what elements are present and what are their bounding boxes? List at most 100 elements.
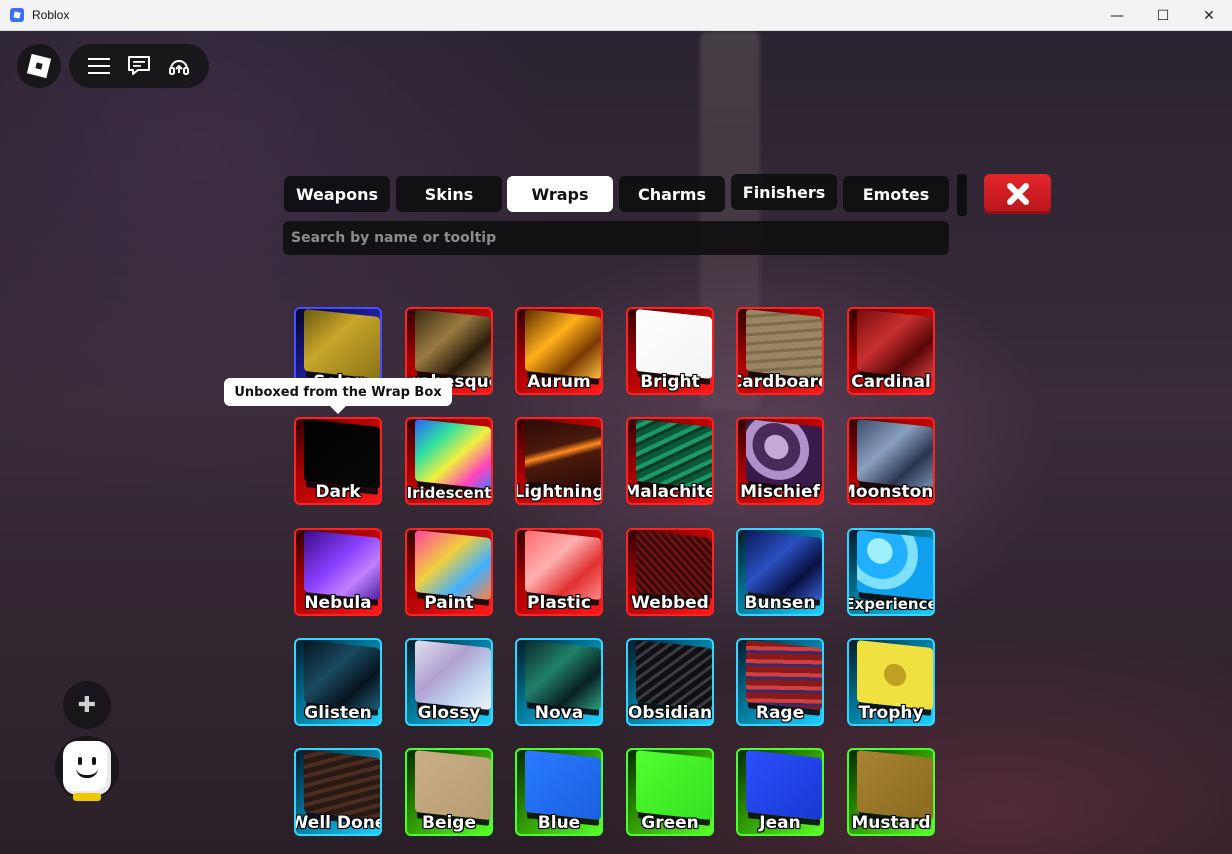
wrap-item-label: Nebula [304,593,372,613]
wrap-item-green[interactable]: Green [626,748,714,836]
wrap-swatch [304,640,380,710]
wrap-swatch [415,419,491,489]
wrap-swatch [857,640,933,710]
emote-button[interactable]: ✚ [63,681,111,729]
wrap-item-beige[interactable]: Beige [405,748,493,836]
wrap-swatch [415,530,491,600]
wrap-item-lightning[interactable]: Lightning [515,417,603,505]
wrap-swatch [636,309,712,379]
wrap-item-bright[interactable]: Bright [626,307,714,395]
tab-weapons[interactable]: Weapons [284,176,390,212]
wrap-item-webbed[interactable]: Webbed [626,528,714,616]
wrap-item-blue[interactable]: Blue [515,748,603,836]
tab-wraps[interactable]: Wraps [507,176,613,212]
wrap-item-aurum[interactable]: Aurum [515,307,603,395]
item-tooltip: Unboxed from the Wrap Box [224,378,452,414]
wrap-item-paint[interactable]: Paint [405,528,493,616]
wrap-item-label: Cardboard [738,372,822,392]
wrap-swatch [415,750,491,820]
wrap-swatch [304,419,380,489]
wrap-swatch [304,530,380,600]
wrap-item-label: Blue [537,813,581,833]
wrap-item-label: Nova [534,703,584,723]
headset-icon[interactable] [166,53,192,79]
wrap-item-label: Bunsen [744,593,816,613]
wrap-item-plastic[interactable]: Plastic [515,528,603,616]
plus-icon: ✚ [77,692,97,718]
wrap-item-label: Jean [759,813,801,833]
wrap-swatch [746,530,822,600]
minimize-button[interactable]: — [1094,0,1140,31]
window-titlebar: Roblox — ☐ ✕ [0,0,1232,31]
wrap-swatch [525,530,601,600]
wrap-item-label: Beige [421,813,476,833]
wrap-item-label: Dark [315,482,361,502]
wrap-swatch [525,309,601,379]
wrap-swatch [415,640,491,710]
wrap-item-label: Mustard [851,813,931,833]
wrap-swatch [746,419,822,489]
wrap-swatch [857,419,933,489]
window-controls: — ☐ ✕ [1094,0,1232,31]
roblox-menu-button[interactable] [17,44,61,88]
wrap-item-nova[interactable]: Nova [515,638,603,726]
hamburger-menu-icon[interactable] [86,53,112,79]
wrap-swatch [857,750,933,820]
wrap-item-label: Lightning [515,482,603,502]
wrap-swatch [746,750,822,820]
tab-emotes[interactable]: Emotes [843,176,949,212]
game-viewport: Weapons Skins Wraps Charms Finishers Emo… [0,31,1232,854]
roblox-logo-icon [26,53,52,79]
wrap-item-mischief[interactable]: Mischief [736,417,824,505]
avatar-button[interactable] [55,736,119,801]
tab-skins[interactable]: Skins [396,176,502,212]
wrap-item-cardboard[interactable]: Cardboard [736,307,824,395]
wrap-item-iridescent[interactable]: Iridescent [405,417,493,505]
search-input[interactable] [283,221,949,255]
roblox-topbar [69,44,209,88]
wrap-item-rage[interactable]: Rage [736,638,824,726]
close-inventory-button[interactable] [984,174,1051,214]
window-title: Roblox [32,8,70,22]
wrap-item-label: Rage [755,703,805,723]
wrap-item-label: Aurum [527,372,591,392]
wrap-item-well-done[interactable]: Well Done [294,748,382,836]
wrap-swatch [304,309,380,379]
wrap-item-mustard[interactable]: Mustard [847,748,935,836]
wrap-item-label: Paint [424,593,474,613]
wrap-item-nebula[interactable]: Nebula [294,528,382,616]
wrap-item-trophy[interactable]: Trophy [847,638,935,726]
chat-icon[interactable] [126,53,152,79]
wrap-swatch [525,750,601,820]
wrap-item-experience[interactable]: Experience [847,528,935,616]
wrap-item-malachite[interactable]: Malachite [626,417,714,505]
wrap-item-obsidian[interactable]: Obsidian [626,638,714,726]
wrap-item-label: Bright [640,372,700,392]
x-icon [1006,183,1029,205]
wrap-item-label: Glisten [304,703,372,723]
wrap-item-bunsen[interactable]: Bunsen [736,528,824,616]
maximize-button[interactable]: ☐ [1140,0,1186,31]
tab-scroll-divider [957,174,967,216]
wrap-item-dark[interactable]: Dark [294,417,382,505]
roblox-app-icon [10,8,24,22]
wrap-item-label: Iridescent [406,484,492,502]
wrap-swatch [746,309,822,379]
wrap-swatch [525,640,601,710]
wrap-item-jean[interactable]: Jean [736,748,824,836]
wrap-swatch [304,750,380,820]
tab-charms[interactable]: Charms [619,176,725,212]
wrap-item-label: Malachite [626,482,714,502]
wrap-item-cardinal[interactable]: Cardinal [847,307,935,395]
wrap-item-glisten[interactable]: Glisten [294,638,382,726]
wrap-item-label: Green [641,813,699,833]
tab-finishers[interactable]: Finishers [731,174,837,210]
wrap-item-glossy[interactable]: Glossy [405,638,493,726]
wrap-item-label: Webbed [631,593,709,613]
wrap-swatch [636,419,712,489]
wrap-item-label: Cardinal [851,372,931,392]
wrap-item-label: Plastic [527,593,591,613]
wrap-item-moonstone[interactable]: Moonstone [847,417,935,505]
window-close-button[interactable]: ✕ [1186,0,1232,31]
wrap-item-label: Mischief [740,482,820,502]
